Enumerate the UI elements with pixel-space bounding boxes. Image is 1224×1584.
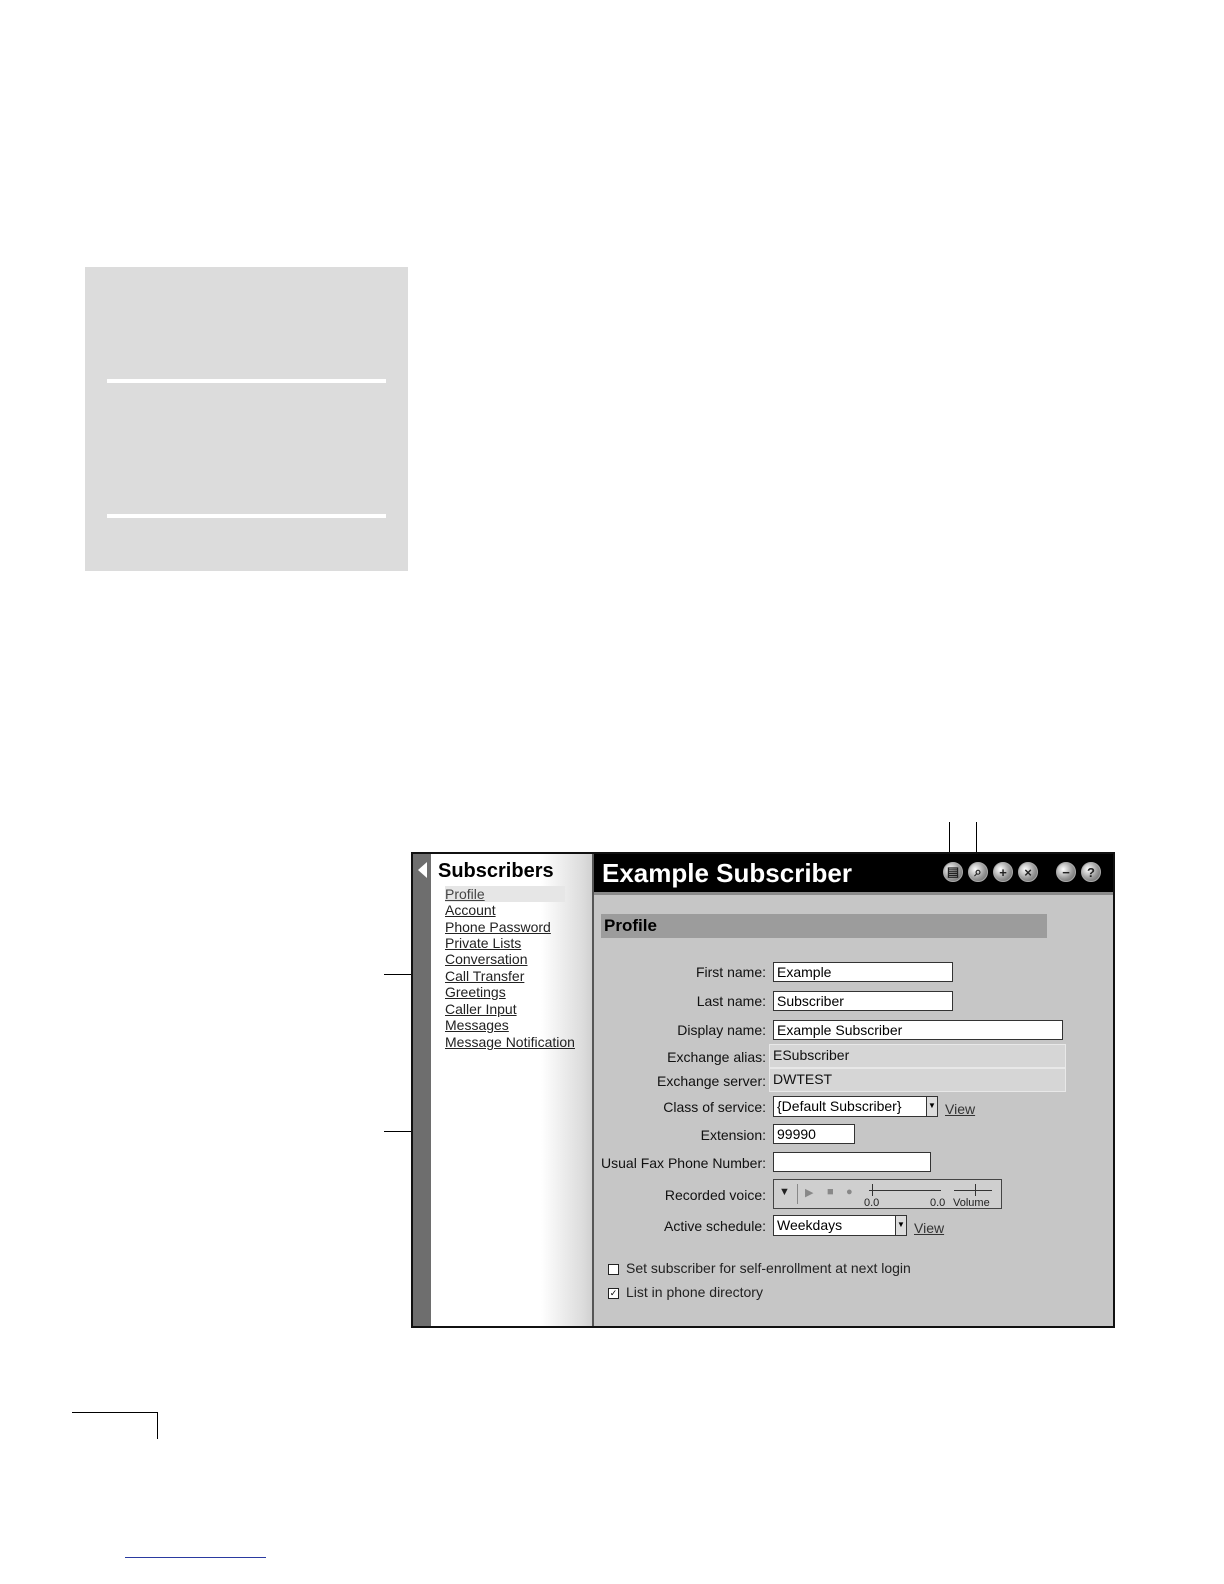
nav-strip [413,854,431,1326]
nav-title: Subscribers [438,860,554,882]
nav-item-conversation[interactable]: Conversation [445,951,528,967]
recorded-voice-label: Recorded voice: [664,1187,766,1203]
fax-number-label: Usual Fax Phone Number: [601,1155,766,1171]
exchange-server-value: DWTEST [769,1068,1066,1092]
find-icon[interactable]: ⌕ [968,862,988,882]
dropdown-arrow-icon[interactable]: ▼ [895,1215,907,1236]
last-name-label: Last name: [696,993,766,1009]
help-icon[interactable]: ? [1081,862,1101,882]
play-icon[interactable]: ▶ [805,1186,813,1199]
nav-item-greetings[interactable]: Greetings [445,984,506,1000]
active-schedule-label: Active schedule: [664,1218,766,1234]
menu-dropdown-icon[interactable]: ▼ [779,1186,790,1198]
nav-item-private-lists[interactable]: Private Lists [445,935,521,951]
extension-field[interactable]: 99990 [773,1124,855,1144]
nav-pane: Subscribers Profile Account Phone Passwo… [413,854,593,1326]
save-icon[interactable]: ▤ [943,862,963,882]
minimize-icon[interactable]: − [1056,862,1076,882]
nav-item-account[interactable]: Account [445,902,496,918]
last-name-field[interactable]: Subscriber [773,991,953,1011]
active-schedule-select[interactable]: Weekdays ▼ [773,1215,907,1236]
collapse-arrow-icon[interactable] [418,862,427,878]
first-name-field[interactable]: Example [773,962,953,982]
stop-icon[interactable]: ■ [827,1186,834,1198]
divider [797,1184,798,1204]
class-of-service-select[interactable]: {Default Subscriber} ▼ [773,1096,938,1117]
page-title: Example Subscriber [602,858,852,888]
header-underline [594,892,1113,895]
length-readout: 0.0 [930,1197,946,1209]
list-directory-label: List in phone directory [626,1284,763,1300]
active-schedule-view-link[interactable]: View [914,1220,944,1236]
page-corner-mark [72,1412,158,1413]
add-icon[interactable]: + [993,862,1013,882]
nav-item-call-transfer[interactable]: Call Transfer [445,968,524,984]
nav-item-phone-password[interactable]: Phone Password [445,919,551,935]
delete-icon[interactable]: × [1018,862,1038,882]
display-name-field[interactable]: Example Subscriber [773,1020,1063,1040]
position-slider-track[interactable] [869,1190,941,1191]
class-of-service-value: {Default Subscriber} [777,1098,902,1114]
sidebar-note-box [85,267,408,571]
position-readout: 0.0 [864,1197,880,1209]
list-directory-checkbox[interactable]: ✓ [608,1288,619,1299]
nav-item-caller-input[interactable]: Caller Input [445,1001,517,1017]
header-bar: Example Subscriber ▤ ⌕ + × − ? [594,854,1113,892]
self-enrollment-label: Set subscriber for self-enrollment at ne… [626,1260,911,1276]
note-divider [107,379,386,383]
dropdown-arrow-icon[interactable]: ▼ [926,1096,938,1117]
footer-rule [125,1557,266,1558]
fax-number-field[interactable] [773,1152,931,1172]
section-title: Profile [604,916,657,935]
volume-slider-track[interactable] [954,1190,992,1191]
first-name-label: First name: [695,964,766,980]
exchange-alias-label: Exchange alias: [667,1049,766,1065]
exchange-server-label: Exchange server: [657,1073,766,1089]
callout-line [976,822,977,854]
note-divider [107,514,386,518]
app-window: Subscribers Profile Account Phone Passwo… [411,852,1115,1328]
class-of-service-view-link[interactable]: View [945,1101,975,1117]
exchange-alias-value: ESubscriber [769,1044,1066,1068]
media-player-control: ▼ ▶ ■ ● 0.0 0.0 Volume [773,1179,1002,1209]
record-icon[interactable]: ● [846,1186,853,1198]
volume-slider-knob[interactable] [975,1184,976,1196]
class-of-service-label: Class of service: [663,1099,766,1115]
extension-label: Extension: [700,1127,766,1143]
self-enrollment-checkbox[interactable] [608,1264,619,1275]
section-header: Profile [601,914,1047,938]
nav-item-message-notification[interactable]: Message Notification [445,1034,575,1050]
nav-item-messages[interactable]: Messages [445,1017,509,1033]
volume-label: Volume [953,1197,990,1209]
callout-line [949,822,950,854]
position-slider-knob[interactable] [872,1184,873,1196]
pane-divider [592,854,594,1326]
page-corner-mark [157,1412,158,1439]
display-name-label: Display name: [677,1022,766,1038]
active-schedule-value: Weekdays [777,1217,843,1233]
nav-item-profile[interactable]: Profile [445,886,565,902]
